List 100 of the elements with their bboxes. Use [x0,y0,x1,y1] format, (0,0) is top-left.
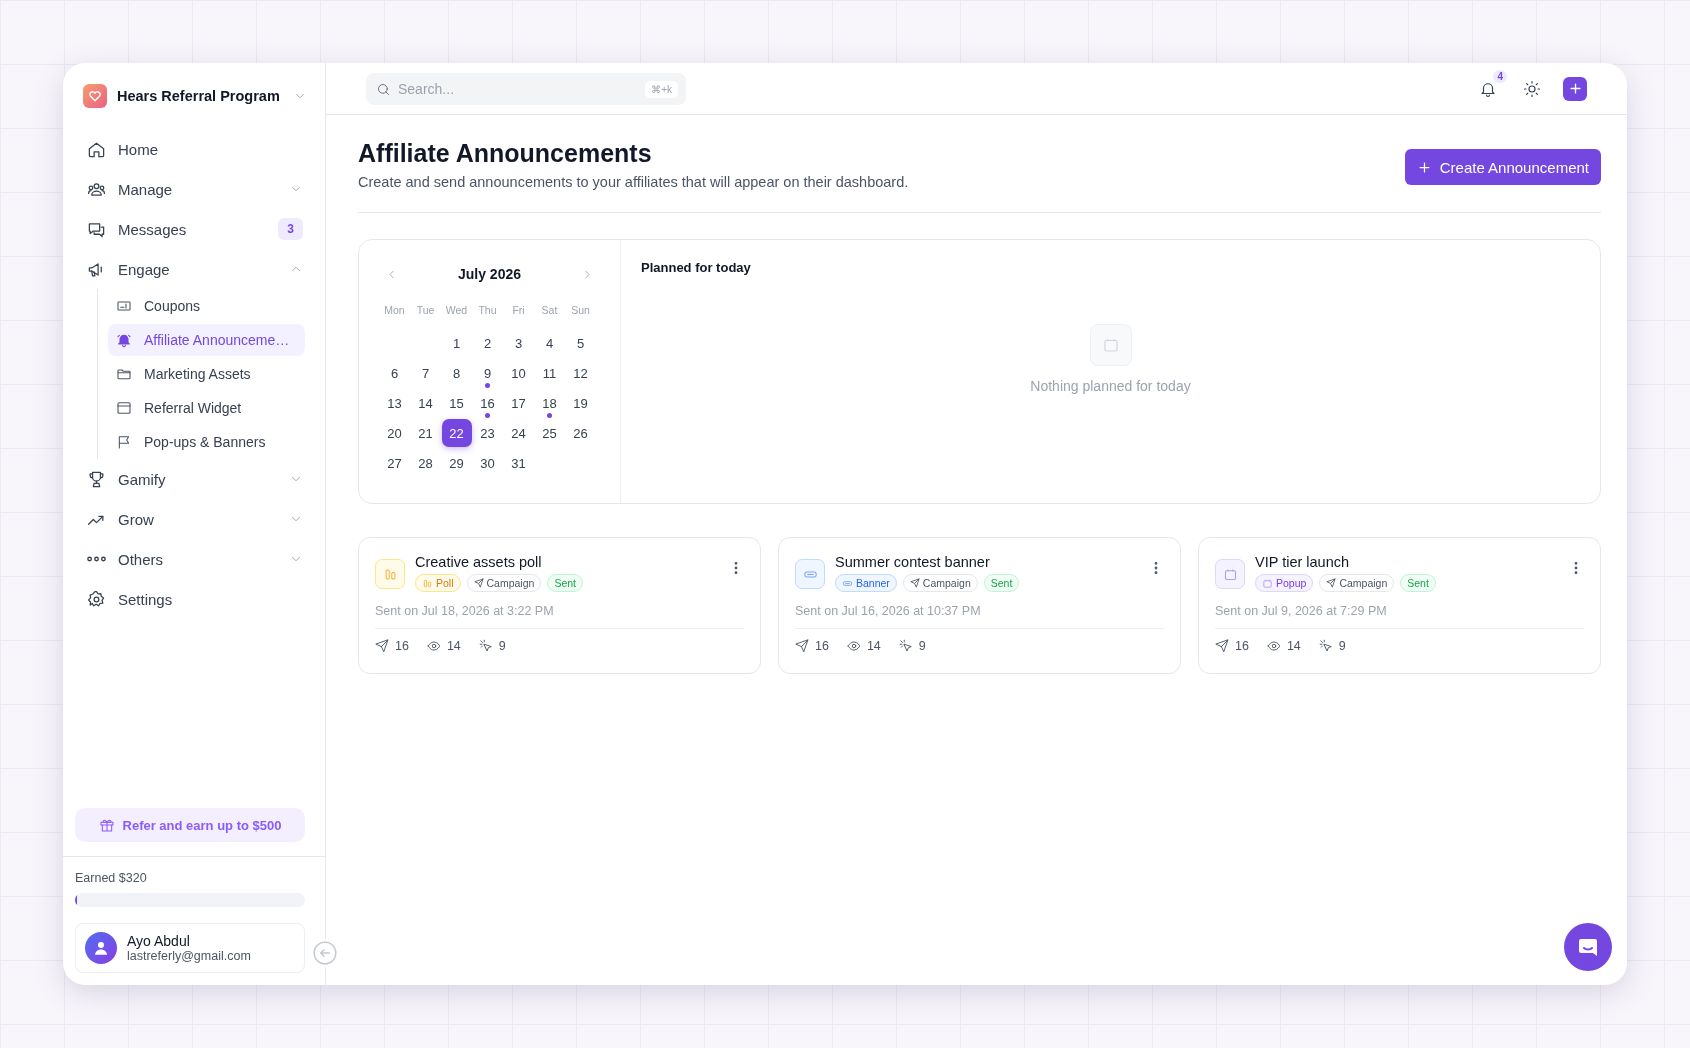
calendar-day[interactable]: 23 [472,419,503,447]
nav-item[interactable]: Gamify [85,459,305,499]
calendar-day[interactable]: 4 [534,329,565,357]
click-icon [478,639,493,653]
chat-button[interactable] [1564,923,1612,971]
sends-count: 16 [815,639,829,653]
popup-icon [1262,577,1273,589]
send-icon [1326,578,1337,588]
ticket-icon [116,298,132,314]
weekday-label: Mon [383,303,406,318]
user-card[interactable]: Ayo Abdul lastreferly@gmail.com [75,923,305,973]
calendar-day[interactable]: 20 [379,419,410,447]
views-count: 14 [1286,639,1301,653]
nav-item[interactable]: Manage [85,169,305,209]
calendar-day[interactable]: 25 [534,419,565,447]
send-icon [1215,639,1229,653]
calendar-day[interactable]: 9 [472,359,503,387]
calendar-day[interactable]: 19 [565,389,596,417]
gift-icon [98,817,115,833]
calendar-day[interactable]: 29 [441,449,472,477]
nav-subitem[interactable]: Coupons [108,290,305,322]
refer-button[interactable]: Refer and earn up to $500 [75,808,305,842]
calendar-day[interactable]: 17 [503,389,534,417]
type-tag: Poll [415,574,461,592]
eye-icon [846,639,861,653]
nav-subitem[interactable]: Marketing Assets [108,358,305,390]
calendar-day[interactable]: 28 [410,449,441,477]
announcement-card[interactable]: Creative assets poll Poll Campaign Sent Sent on Jul 18, 2026 at 3:22 PM 16 14 9 [358,537,761,674]
earned-label: Earned $320 [75,871,148,885]
calendar-day[interactable]: 31 [503,449,534,477]
announcement-card[interactable]: Summer contest banner Banner Campaign Sent Sent on Jul 16, 2026 at 10:37 PM 16 14 9 [778,537,1181,674]
clicks-count: 9 [498,639,506,653]
planned-title: Planned for today [641,260,752,275]
views-count: 14 [866,639,881,653]
nav-item[interactable]: Engage [85,249,305,289]
send-icon [375,639,389,653]
calendar-day[interactable]: 14 [410,389,441,417]
calendar-day[interactable]: 12 [565,359,596,387]
user-name: Ayo Abdul [127,933,191,949]
workspace-name[interactable]: Hears Referral Program [117,88,283,104]
nav-item[interactable]: Home [85,129,305,169]
calendar-day[interactable]: 10 [503,359,534,387]
calendar-day[interactable]: 15 [441,389,472,417]
calendar-day[interactable]: 11 [534,359,565,387]
status-tag: Sent [983,574,1020,592]
dots-icon [87,556,106,562]
home-icon [87,139,106,159]
logo-icon [83,84,107,108]
clicks-count: 9 [918,639,926,653]
bell-icon [116,332,132,348]
empty-message: Nothing planned for today [1030,378,1191,394]
calendar-day[interactable]: 16 [472,389,503,417]
create-announcement-button[interactable]: Create Announcement [1404,149,1601,185]
plus-icon [1416,159,1432,175]
nav-item[interactable]: Others [85,539,305,579]
count-badge: 3 [278,218,303,240]
sun-icon [1523,79,1541,98]
calendar-day[interactable]: 21 [410,419,441,447]
send-icon [909,578,920,588]
status-tag: Sent [547,574,583,592]
clicks-count: 9 [1338,639,1346,653]
announcement-card[interactable]: VIP tier launch Popup Campaign Sent Sent on Jul 9, 2026 at 7:29 PM 16 14 9 [1198,537,1601,674]
flag-icon [116,434,132,450]
plus-icon [1567,81,1583,96]
calendar-day[interactable]: 1 [441,329,472,357]
sent-date: Sent on Jul 16, 2026 at 10:37 PM [795,604,1164,629]
type-tag: Popup [1255,574,1314,592]
calendar-day[interactable]: 13 [379,389,410,417]
calendar-day[interactable]: 24 [503,419,534,447]
calendar-day[interactable]: 6 [379,359,410,387]
nav-subitem[interactable]: Affiliate Announceme… [108,324,305,356]
nav-item[interactable]: Settings [85,579,305,619]
window-icon [116,400,132,416]
calendar-day[interactable]: 26 [565,419,596,447]
calendar-day[interactable]: 7 [410,359,441,387]
calendar-day[interactable]: 5 [565,329,596,357]
calendar-day[interactable]: 2 [472,329,503,357]
calendar-day[interactable]: 30 [472,449,503,477]
avatar-icon [85,932,117,964]
send-icon [473,578,484,588]
views-count: 14 [446,639,461,653]
sends-count: 16 [1235,639,1249,653]
settings-icon [87,589,106,609]
add-button[interactable] [1563,76,1587,101]
trophy-icon [87,469,106,489]
month-label: July 2026 [457,266,522,282]
nav-item[interactable]: Messages 3 [85,209,305,249]
calendar-day[interactable]: 8 [441,359,472,387]
announcement-title: Summer contest banner [835,554,991,570]
click-icon [1318,639,1333,653]
calendar-day[interactable]: 27 [379,449,410,477]
calendar-day[interactable]: 3 [503,329,534,357]
calendar-day[interactable]: 22 [441,419,472,447]
type-tag: Banner [835,574,897,592]
sent-date: Sent on Jul 9, 2026 at 7:29 PM [1215,604,1584,629]
calendar-day[interactable]: 18 [534,389,565,417]
nav-item[interactable]: Grow [85,499,305,539]
nav-subitem[interactable]: Pop-ups & Banners [108,426,305,458]
nav-subitem[interactable]: Referral Widget [108,392,305,424]
folder-icon [116,366,132,382]
